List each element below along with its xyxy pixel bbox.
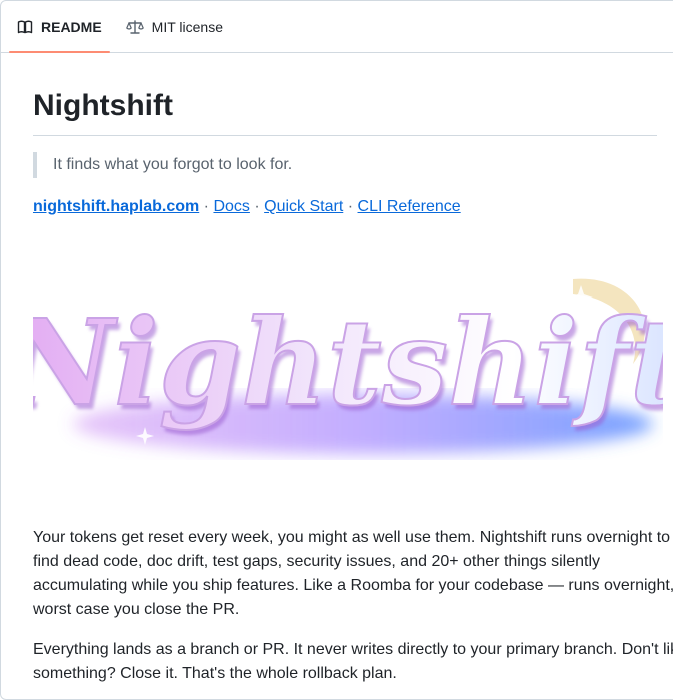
link-separator: · [203, 198, 209, 215]
cli-reference-link[interactable]: CLI Reference [358, 198, 461, 215]
rollback-paragraph: Everything lands as a branch or PR. It n… [33, 641, 673, 682]
link-separator: · [347, 198, 354, 215]
quick-start-link[interactable]: Quick Start [264, 198, 343, 215]
website-link[interactable]: nightshift.haplab.com [33, 198, 199, 215]
link-separator: · [254, 198, 260, 215]
intro-paragraph: Your tokens get reset every week, you mi… [33, 529, 673, 618]
logo-art: Nightshift Nightshift [1, 278, 673, 454]
tab-readme-label: README [41, 18, 102, 35]
tagline-quote: It finds what you forgot to look for. [33, 152, 657, 178]
scale-icon [125, 19, 144, 35]
readme-content: Nightshift It finds what you forgot to l… [1, 53, 673, 686]
nightshift-logo-image: Nightshift Nightshift [1, 254, 673, 484]
tab-license-label: MIT license [151, 18, 223, 35]
logo-text: Nightshift [33, 293, 663, 432]
docs-link[interactable]: Docs [213, 198, 249, 215]
tagline-text: It finds what you forgot to look for. [53, 156, 293, 173]
readme-panel: README MIT license Nightshift It finds w… [0, 0, 673, 700]
link-row: nightshift.haplab.com · Docs · Quick Sta… [33, 196, 657, 218]
tab-license[interactable]: MIT license [118, 1, 231, 52]
page-title: Nightshift [33, 53, 657, 136]
readme-tabs: README MIT license [1, 1, 673, 53]
tab-readme[interactable]: README [9, 1, 110, 53]
book-icon [17, 19, 33, 35]
